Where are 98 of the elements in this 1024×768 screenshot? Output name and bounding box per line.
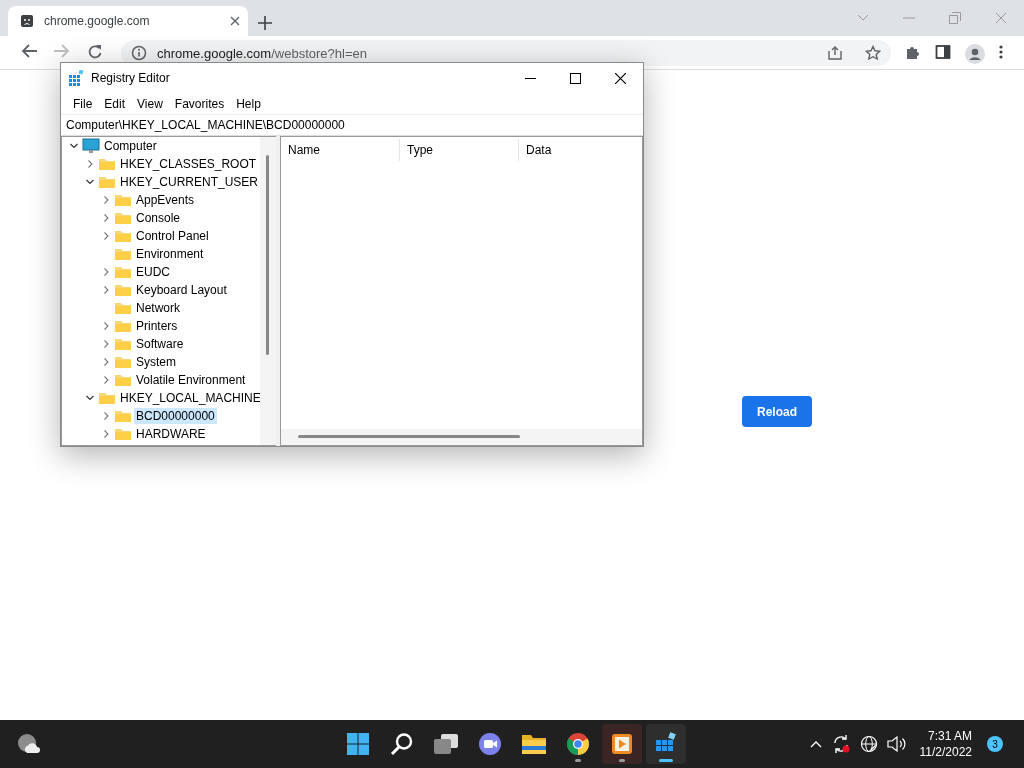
- tree-item[interactable]: HKEY_CLASSES_ROOT: [118, 156, 259, 172]
- tree-item[interactable]: AppEvents: [134, 192, 197, 208]
- active-indicator: [659, 759, 673, 762]
- scrollbar-thumb[interactable]: [298, 435, 520, 438]
- chevron-right-icon[interactable]: [102, 376, 110, 384]
- tree-item[interactable]: Software: [134, 336, 186, 352]
- tree-item[interactable]: BCD00000000: [134, 408, 217, 424]
- tree-item[interactable]: Console: [134, 210, 183, 226]
- tree-item[interactable]: System: [134, 354, 178, 370]
- chevron-right-icon[interactable]: [86, 160, 94, 168]
- folder-icon: [114, 265, 132, 279]
- folder-icon: [114, 283, 132, 297]
- video-chat-icon[interactable]: [478, 732, 502, 756]
- folder-icon: [114, 355, 132, 369]
- chevron-right-icon[interactable]: [102, 430, 110, 438]
- address-bar[interactable]: chrome.google.com/webstore?hl=en: [121, 40, 891, 66]
- chevron-right-icon[interactable]: [102, 214, 110, 222]
- tree-item[interactable]: HKEY_CURRENT_USER: [118, 174, 260, 190]
- folder-icon: [114, 301, 132, 315]
- reload-icon[interactable]: [86, 44, 103, 60]
- column-header[interactable]: Data: [519, 139, 638, 161]
- browser-tab[interactable]: chrome.google.com: [8, 6, 248, 36]
- running-indicator: [619, 759, 625, 762]
- chevron-right-icon[interactable]: [102, 196, 110, 204]
- folder-icon: [114, 247, 132, 261]
- play-icon[interactable]: [611, 733, 633, 755]
- window-title: Registry Editor: [91, 71, 171, 85]
- windows-icon[interactable]: [433, 733, 459, 755]
- star-icon[interactable]: [865, 45, 881, 61]
- folder-icon: [98, 391, 116, 405]
- share-icon[interactable]: [827, 45, 843, 61]
- start-icon[interactable]: [346, 732, 370, 756]
- chevron-right-icon[interactable]: [102, 412, 110, 420]
- maximize-icon[interactable]: [570, 72, 581, 84]
- menu-icon[interactable]: [999, 44, 1003, 60]
- running-indicator: [575, 759, 581, 762]
- menu-item[interactable]: Help: [230, 96, 267, 111]
- tree-item[interactable]: Volatile Environment: [134, 372, 248, 388]
- url-text[interactable]: chrome.google.com/webstore?hl=en: [157, 45, 817, 61]
- menu-item[interactable]: View: [131, 96, 169, 111]
- weather-icon[interactable]: [17, 733, 41, 755]
- tree-item[interactable]: Network: [134, 300, 182, 316]
- chevron-down-icon[interactable]: [86, 394, 94, 402]
- folder-icon: [114, 229, 132, 243]
- chevron-right-icon[interactable]: [102, 340, 110, 348]
- chevron-down-icon[interactable]: [86, 178, 94, 186]
- tree-item[interactable]: HKEY_LOCAL_MACHINE: [118, 390, 260, 406]
- minimize-icon[interactable]: [525, 77, 536, 79]
- chevron-down-icon[interactable]: [70, 142, 78, 150]
- folder-icon: [98, 157, 116, 171]
- folder-icon: [114, 337, 132, 351]
- info-icon[interactable]: [131, 45, 147, 61]
- tree-item[interactable]: HARDWARE: [134, 426, 208, 442]
- folder-icon: [114, 409, 132, 423]
- menu-item[interactable]: Favorites: [168, 96, 231, 111]
- folder-icon: [114, 319, 132, 333]
- folder-icon: [114, 373, 132, 387]
- plus-icon[interactable]: [258, 16, 272, 30]
- tab-title: chrome.google.com: [44, 14, 151, 28]
- speaker-icon[interactable]: [886, 736, 907, 752]
- tree-item[interactable]: Environment: [134, 246, 206, 262]
- search-icon[interactable]: [390, 732, 414, 756]
- clock-date[interactable]: 11/2/2022: [919, 744, 972, 760]
- tree-item[interactable]: Control Panel: [134, 228, 211, 244]
- address-field[interactable]: Computer\HKEY_LOCAL_MACHINE\BCD00000000: [61, 114, 643, 136]
- sidebar-icon[interactable]: [935, 44, 951, 60]
- folder-icon[interactable]: [521, 733, 547, 755]
- registry-cubes-icon: [68, 70, 84, 86]
- tree-item[interactable]: Keyboard Layout: [134, 282, 229, 298]
- scrollbar-thumb[interactable]: [266, 155, 269, 355]
- globe-icon[interactable]: [859, 735, 878, 753]
- chevron-right-icon[interactable]: [102, 268, 110, 276]
- column-header[interactable]: Type: [400, 139, 519, 161]
- folder-icon: [114, 211, 132, 225]
- tree-item[interactable]: EUDC: [134, 264, 172, 280]
- folder-icon: [114, 193, 132, 207]
- chrome-icon[interactable]: [566, 732, 590, 756]
- puzzle-icon[interactable]: [905, 44, 921, 60]
- back-icon[interactable]: [20, 44, 37, 58]
- chevron-right-icon[interactable]: [102, 358, 110, 366]
- menu-item[interactable]: Edit: [98, 96, 132, 111]
- tree-item[interactable]: Printers: [134, 318, 180, 334]
- folder-icon: [98, 175, 116, 189]
- tree-item[interactable]: Computer: [102, 138, 159, 154]
- sad-page-icon: [20, 14, 34, 28]
- close-icon[interactable]: [230, 16, 240, 26]
- menu-item[interactable]: File: [67, 96, 99, 111]
- chevron-right-icon[interactable]: [102, 232, 110, 240]
- folder-icon: [114, 427, 132, 441]
- close-icon[interactable]: [615, 72, 626, 84]
- clock-time[interactable]: 7:31 AM: [927, 728, 972, 744]
- chevron-right-icon[interactable]: [102, 286, 110, 294]
- chevron-right-icon[interactable]: [102, 322, 110, 330]
- notification-badge[interactable]: 3: [987, 736, 1003, 752]
- profile-icon[interactable]: [965, 44, 985, 64]
- chevron-up-icon[interactable]: [809, 740, 822, 748]
- column-header[interactable]: Name: [281, 139, 400, 161]
- reload-button[interactable]: Reload: [742, 396, 812, 427]
